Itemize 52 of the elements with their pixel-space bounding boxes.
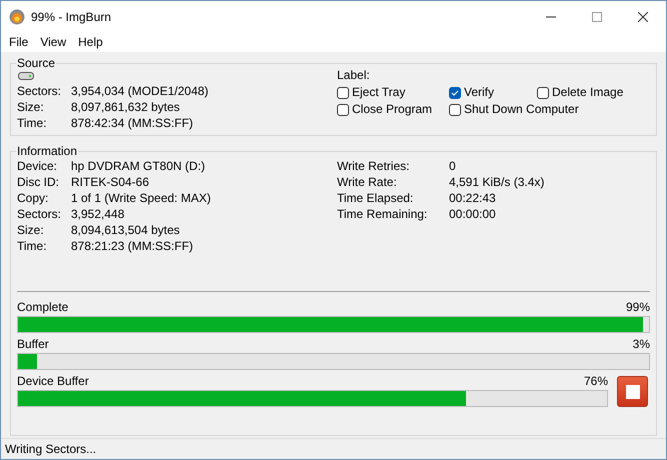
field-value: 8,094,613,504 bytes	[71, 222, 181, 238]
field-value: 00:00:00	[449, 206, 497, 222]
checkbox[interactable]: Close Program	[337, 101, 432, 118]
field-value: 3,952,448	[71, 206, 126, 222]
window-title: 99% - ImgBurn	[31, 10, 112, 24]
maximize-icon	[592, 12, 602, 22]
progress-reading: 99%	[626, 300, 650, 314]
field-value: hp DVDRAM GT80N (D:)	[71, 158, 206, 174]
field-label: Time:	[17, 238, 48, 254]
checkbox[interactable]: Delete Image	[537, 84, 624, 101]
check-icon	[451, 88, 459, 96]
progress-label: Device Buffer	[17, 374, 89, 388]
field-value: 8,097,861,632 bytes	[71, 99, 181, 115]
group-title: Source	[16, 56, 56, 70]
field-label: Sectors:	[17, 206, 62, 222]
field-label: Sectors:	[17, 83, 62, 99]
checkbox[interactable]: Eject Tray	[337, 84, 406, 101]
menu-item[interactable]: View	[34, 35, 72, 49]
field-label: Time Elapsed:	[337, 190, 414, 206]
progress-label: Buffer	[17, 337, 49, 351]
close-icon	[638, 12, 648, 22]
field-value: 4,591 KiB/s (3.4x)	[449, 174, 546, 190]
progress-reading: 76%	[584, 374, 608, 388]
field-label: Time:	[17, 115, 48, 131]
field-label: Copy:	[17, 190, 50, 206]
field-value: 00:22:43	[449, 190, 497, 206]
field-value: RITEK-S04-66	[71, 174, 150, 190]
field-label: Disc ID:	[17, 174, 60, 190]
field-label: Size:	[17, 99, 45, 115]
group-title: Information	[16, 144, 78, 158]
menu-item[interactable]: File	[3, 35, 34, 49]
field-value: 0	[449, 158, 457, 174]
checkbox[interactable]: Verify	[449, 84, 494, 101]
field-label: Label:	[337, 67, 371, 84]
field-label: Size:	[17, 222, 45, 238]
field-value: 1 of 1 (Write Speed: MAX)	[71, 190, 212, 206]
field-value: 878:21:23 (MM:SS:FF)	[71, 238, 194, 254]
field-value: 3,954,034 (MODE1/2048)	[71, 83, 210, 99]
stop-icon	[626, 384, 640, 398]
stop-button[interactable]	[617, 376, 648, 407]
field-label: Write Retries:	[337, 158, 410, 174]
progress-label: Complete	[17, 300, 68, 314]
drive-icon	[18, 72, 34, 80]
app-icon	[9, 8, 25, 24]
field-value: 878:42:34 (MM:SS:FF)	[71, 115, 194, 131]
checkbox[interactable]: Shut Down Computer	[449, 101, 579, 118]
field-label: Write Rate:	[337, 174, 398, 190]
menu-item[interactable]: Help	[72, 35, 109, 49]
status-text: Writing Sectors...	[1, 438, 666, 459]
field-label: Device:	[17, 158, 58, 174]
field-label: Time Remaining:	[337, 206, 428, 222]
progress-reading: 3%	[632, 337, 650, 351]
